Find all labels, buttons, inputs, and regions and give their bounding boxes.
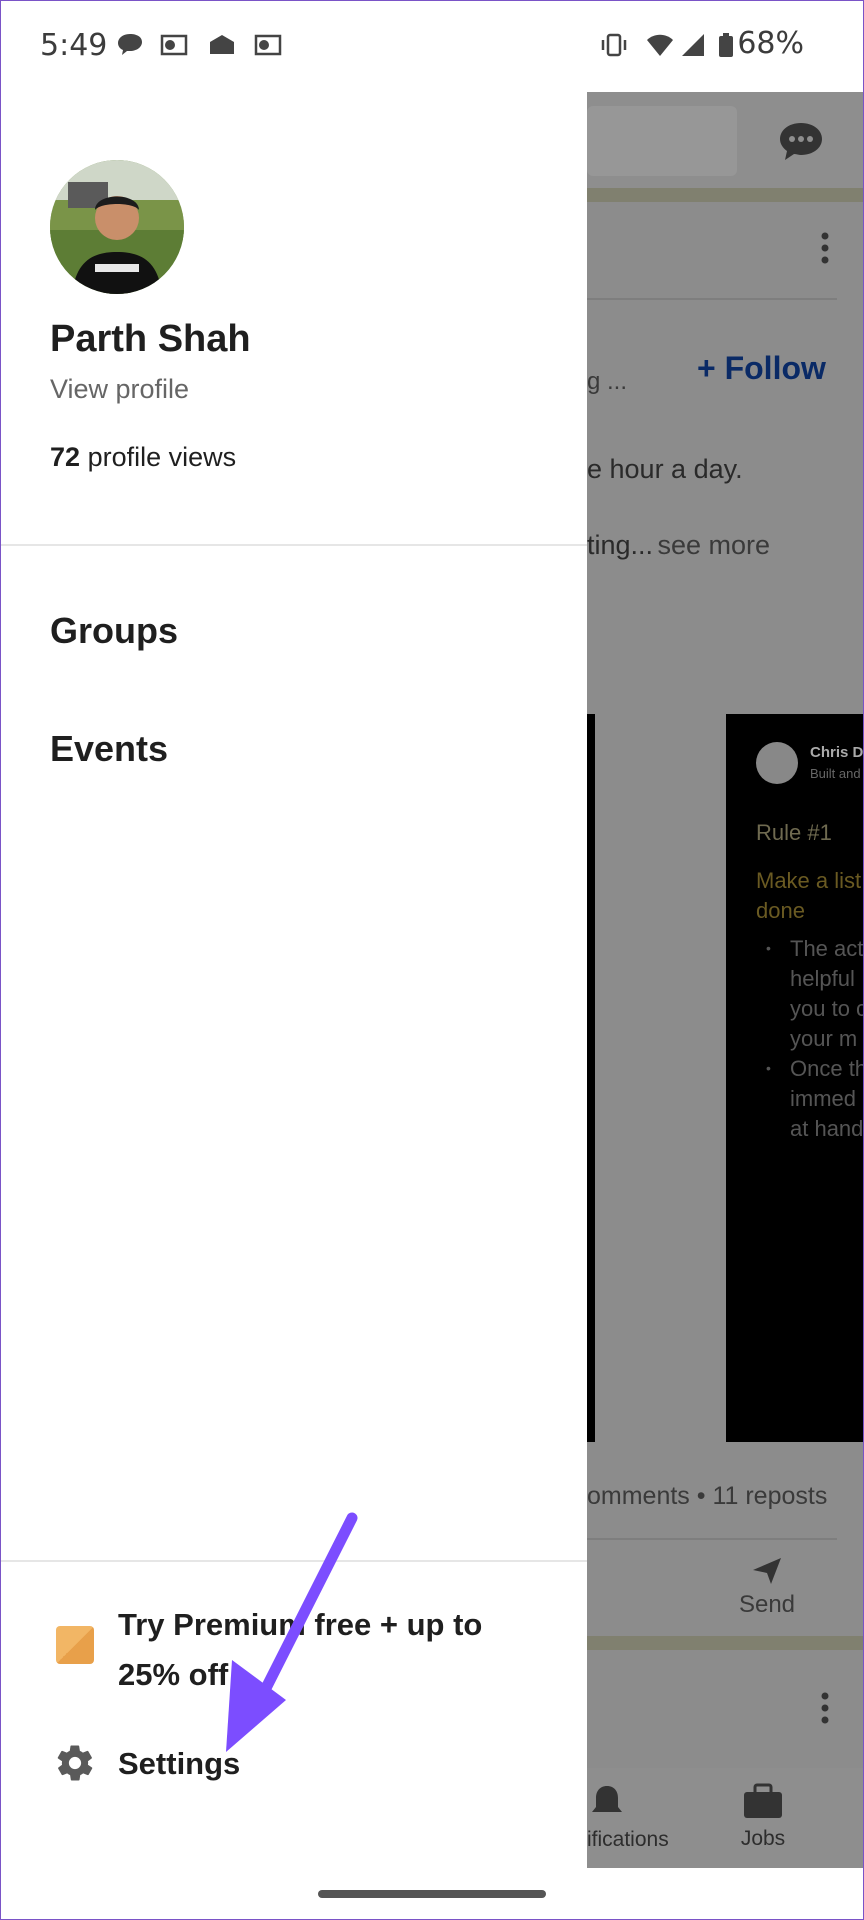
card-author-avatar	[756, 742, 798, 784]
menu-item-events[interactable]: Events	[50, 728, 168, 770]
status-time: 5:49	[40, 28, 108, 63]
settings-label: Settings	[118, 1746, 241, 1781]
profile-views-label: profile views	[87, 442, 237, 472]
more-options-icon[interactable]	[819, 230, 831, 266]
feed-separator	[587, 188, 864, 202]
battery-icon	[719, 33, 733, 57]
follow-label: Follow	[724, 350, 826, 386]
follow-button[interactable]: + Follow	[697, 350, 826, 387]
card-rule: Rule #1	[756, 820, 832, 845]
briefcase-icon	[744, 1783, 782, 1818]
card-bullet: your m	[790, 1026, 858, 1051]
nav-jobs[interactable]: Jobs	[723, 1782, 803, 1851]
post-author-truncated: g ...	[587, 368, 628, 395]
post-stats[interactable]: omments • 11 reposts	[587, 1482, 827, 1511]
feed-separator	[587, 1636, 864, 1650]
view-profile-link[interactable]: View profile	[50, 374, 189, 405]
vibrate-icon	[601, 33, 627, 57]
card-author-subtitle: Built and	[810, 766, 861, 781]
more-options-icon[interactable]	[819, 1690, 831, 1726]
bullet-icon: •	[766, 940, 771, 956]
profile-photo	[50, 160, 184, 294]
send-icon	[753, 1558, 781, 1584]
messaging-icon[interactable]	[777, 120, 825, 162]
profile-views[interactable]: 72 profile views	[50, 442, 236, 473]
email-icon	[210, 35, 234, 54]
chat-bubble-icon	[118, 34, 142, 55]
feed-header	[587, 92, 864, 188]
bullet-icon: •	[766, 1060, 771, 1076]
card-bullet: helpful	[790, 966, 855, 991]
card-heading-line2: done	[756, 898, 805, 923]
carousel-card-left	[587, 714, 595, 1442]
premium-promo[interactable]: Try Premium free + up to 25% off	[0, 1588, 587, 1700]
plus-icon: +	[697, 350, 725, 386]
card-bullet: Once th	[790, 1056, 864, 1081]
profile-name[interactable]: Parth Shah	[50, 318, 251, 361]
drawer-divider	[0, 544, 587, 546]
nav-notifications-label: ifications	[587, 1828, 669, 1851]
battery-percent: 68%	[737, 26, 804, 61]
card-author-name: Chris Do	[810, 744, 864, 761]
drawer-divider	[0, 1560, 587, 1562]
card-bullet: immed	[790, 1086, 857, 1111]
bell-icon	[592, 1786, 622, 1812]
send-label: Send	[738, 1591, 796, 1618]
card-bullet: The act	[790, 936, 864, 961]
status-bar: 5:49 68%	[0, 0, 864, 92]
carousel-card[interactable]: Chris Do Built and Rule #1 Make a list d…	[726, 714, 864, 1442]
outlook-icon	[160, 34, 188, 56]
wifi-icon	[647, 34, 673, 56]
profile-views-count: 72	[50, 442, 81, 472]
gear-icon	[57, 1745, 93, 1781]
gesture-bar[interactable]	[318, 1890, 546, 1898]
bottom-navigation: ifications Jobs	[587, 1768, 864, 1868]
see-more-link[interactable]: see more	[658, 530, 771, 560]
card-bullet: you to c	[790, 996, 864, 1021]
background-feed: g ... + Follow e hour a day. ting... see…	[587, 92, 864, 1868]
premium-label: Try Premium free + up to 25% off	[118, 1607, 483, 1692]
search-bar[interactable]	[587, 106, 737, 176]
outlook-icon	[254, 34, 282, 56]
send-button[interactable]: Send	[727, 1556, 807, 1619]
post-text-line2: ting... see more	[587, 530, 771, 560]
post-text-line1: e hour a day.	[587, 454, 743, 484]
menu-item-groups[interactable]: Groups	[50, 610, 178, 652]
premium-icon	[56, 1626, 94, 1664]
card-bullet: at hand	[790, 1116, 864, 1141]
nav-jobs-label: Jobs	[740, 1827, 786, 1850]
avatar[interactable]	[50, 160, 184, 294]
signal-icon	[682, 34, 704, 56]
card-heading-line1: Make a list	[756, 868, 862, 893]
settings-item[interactable]: Settings	[0, 1722, 587, 1802]
post-divider	[587, 298, 837, 300]
actions-divider	[587, 1538, 837, 1540]
navigation-drawer: Parth Shah View profile 72 profile views…	[0, 92, 587, 1868]
